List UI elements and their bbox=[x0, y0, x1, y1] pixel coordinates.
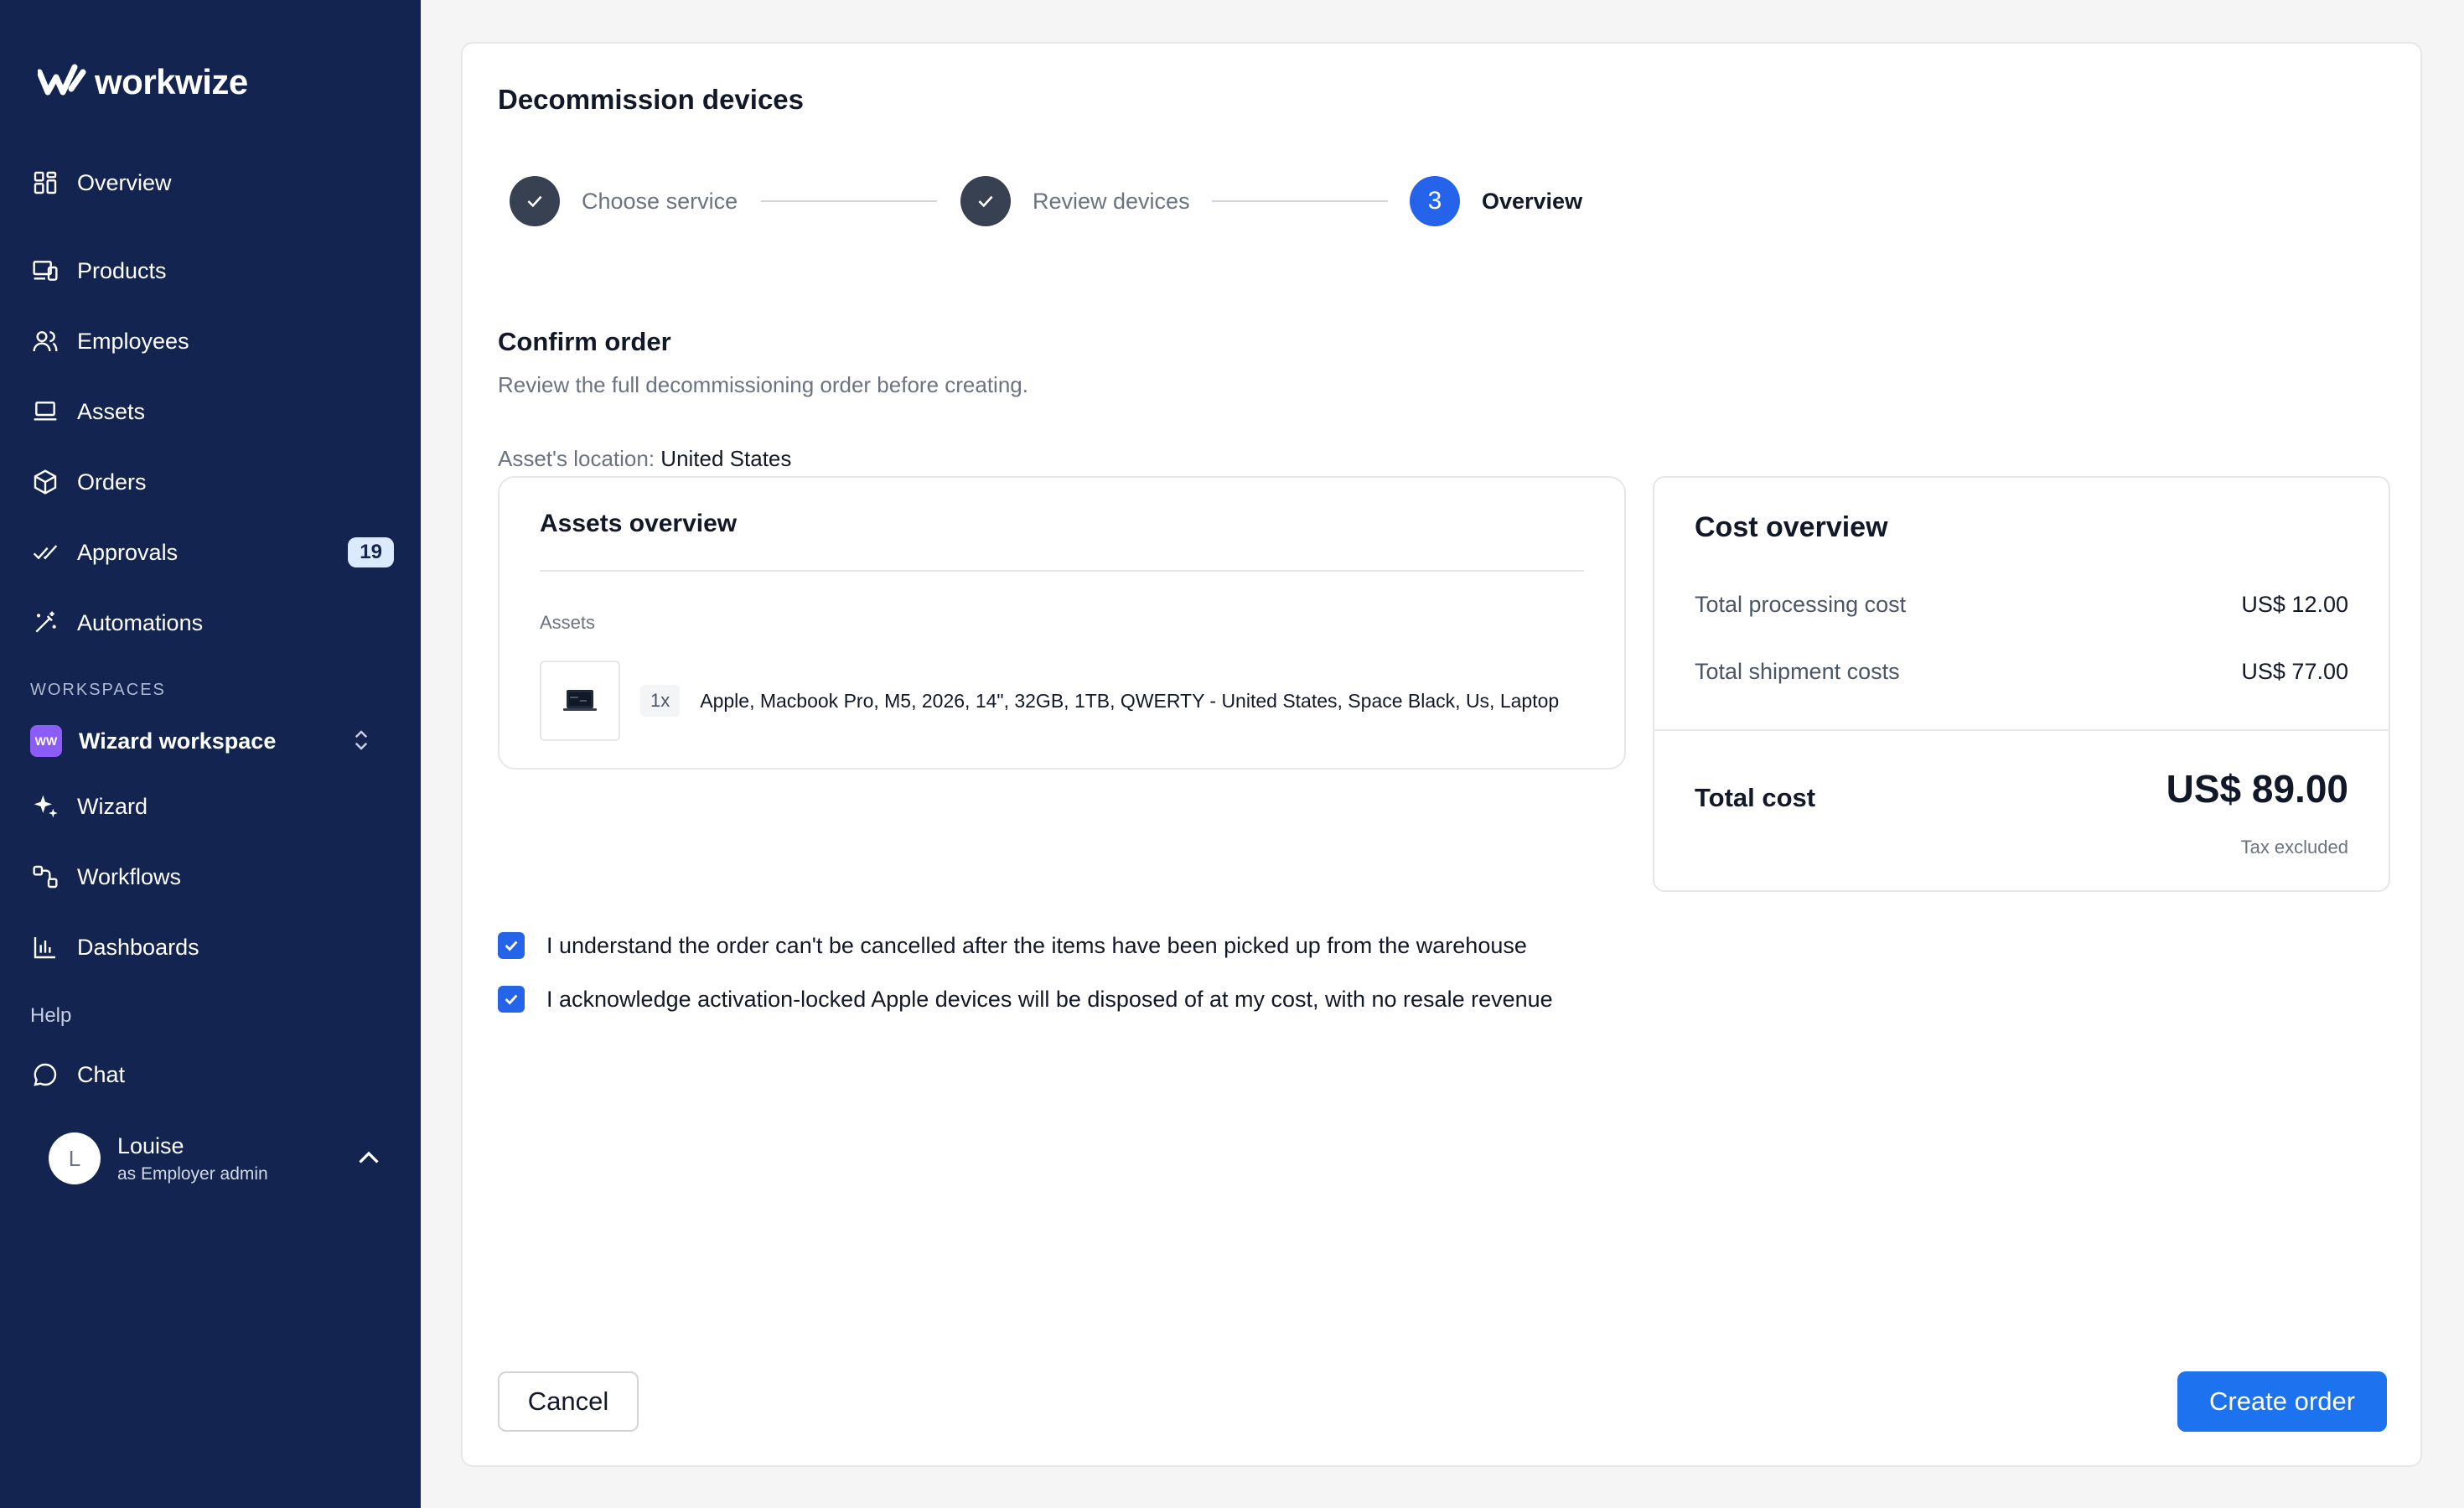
checkbox-label: I understand the order can't be cancelle… bbox=[546, 932, 1527, 958]
sidebar-item-products[interactable]: Products bbox=[30, 246, 399, 296]
sparkle-icon bbox=[30, 791, 60, 821]
cost-row-processing: Total processing cost US$ 12.00 bbox=[1695, 592, 2348, 618]
sidebar-item-wizard[interactable]: Wizard bbox=[30, 781, 399, 832]
laptop-icon bbox=[30, 396, 60, 427]
double-check-icon bbox=[30, 537, 60, 567]
sidebar: workwize Overview Products Employees Ass… bbox=[0, 0, 421, 1508]
devices-icon bbox=[30, 256, 60, 286]
acknowledge-cancellation-checkbox-row[interactable]: I understand the order can't be cancelle… bbox=[498, 932, 1527, 959]
help-section-title: Help bbox=[30, 1004, 72, 1027]
assets-section-label: Assets bbox=[540, 612, 596, 633]
confirm-order-subtitle: Review the full decommissioning order be… bbox=[498, 372, 1028, 397]
step-label: Choose service bbox=[582, 188, 738, 214]
workspace-switcher[interactable]: WW Wizard workspace bbox=[30, 716, 399, 766]
asset-location-value: United States bbox=[660, 446, 792, 471]
checkbox-label: I acknowledge activation-locked Apple de… bbox=[546, 986, 1553, 1012]
sidebar-item-label: Overview bbox=[77, 169, 172, 195]
workflow-icon bbox=[30, 862, 60, 892]
assets-overview-title: Assets overview bbox=[540, 510, 738, 537]
create-order-button[interactable]: Create order bbox=[2177, 1371, 2387, 1432]
step-label: Review devices bbox=[1033, 188, 1190, 214]
total-cost-label: Total cost bbox=[1695, 783, 1816, 812]
sidebar-item-label: Approvals bbox=[77, 539, 179, 565]
sidebar-item-label: Products bbox=[77, 257, 167, 283]
list-item: 1x Apple, Macbook Pro, M5, 2026, 14", 32… bbox=[540, 661, 1584, 741]
box-icon bbox=[30, 467, 60, 497]
sidebar-item-label: Orders bbox=[77, 469, 147, 495]
users-icon bbox=[30, 326, 60, 356]
total-cost-value: US$ 89.00 bbox=[2166, 767, 2348, 811]
sidebar-item-automations[interactable]: Automations bbox=[30, 598, 399, 648]
acknowledge-activation-lock-checkbox-row[interactable]: I acknowledge activation-locked Apple de… bbox=[498, 986, 1553, 1013]
sidebar-item-dashboards[interactable]: Dashboards bbox=[30, 922, 399, 972]
brand-logo[interactable]: workwize bbox=[38, 60, 248, 104]
avatar: L bbox=[49, 1132, 101, 1184]
grid-icon bbox=[30, 168, 60, 198]
sidebar-item-label: Wizard bbox=[77, 793, 148, 819]
sidebar-item-label: Workflows bbox=[77, 863, 182, 889]
user-role: as Employer admin bbox=[117, 1163, 268, 1184]
workspaces-section-title: WORKSPACES bbox=[30, 681, 166, 699]
chat-bubble-icon bbox=[30, 1060, 60, 1090]
cancel-button[interactable]: Cancel bbox=[498, 1371, 639, 1432]
step-connector bbox=[761, 200, 937, 202]
cost-overview-panel: Cost overview Total processing cost US$ … bbox=[1653, 476, 2390, 892]
tax-note: Tax excluded bbox=[2240, 837, 2348, 858]
step-connector bbox=[1212, 200, 1388, 202]
sidebar-item-overview[interactable]: Overview bbox=[30, 158, 399, 208]
step-overview[interactable]: 3 Overview bbox=[1410, 174, 1582, 228]
page-title: Decommission devices bbox=[498, 84, 804, 115]
workspace-avatar: WW bbox=[30, 725, 62, 757]
cost-row-shipment: Total shipment costs US$ 77.00 bbox=[1695, 659, 2348, 685]
sidebar-item-chat[interactable]: Chat bbox=[30, 1049, 399, 1100]
sidebar-item-workflows[interactable]: Workflows bbox=[30, 852, 399, 902]
asset-quantity: 1x bbox=[640, 685, 681, 717]
acknowledge-cancellation-checkbox[interactable] bbox=[498, 932, 525, 959]
step-label: Overview bbox=[1482, 188, 1583, 214]
laptop-thumbnail-icon bbox=[540, 661, 620, 741]
user-info: Louise as Employer admin bbox=[117, 1133, 268, 1184]
bar-chart-icon bbox=[30, 932, 60, 962]
sidebar-item-label: Employees bbox=[77, 328, 189, 354]
chevron-up-icon[interactable] bbox=[354, 1143, 384, 1174]
brand-name: workwize bbox=[95, 62, 248, 101]
cost-overview-title: Cost overview bbox=[1695, 511, 1888, 543]
acknowledge-activation-lock-checkbox[interactable] bbox=[498, 986, 525, 1013]
sidebar-item-approvals[interactable]: Approvals 19 bbox=[30, 527, 399, 578]
sidebar-item-label: Chat bbox=[77, 1061, 126, 1087]
cost-value: US$ 77.00 bbox=[2241, 659, 2348, 684]
workwize-logo-icon bbox=[38, 64, 86, 96]
divider bbox=[1654, 729, 2389, 731]
cost-label: Total shipment costs bbox=[1695, 659, 1900, 684]
user-name: Louise bbox=[117, 1132, 184, 1158]
step-review-devices[interactable]: Review devices bbox=[960, 174, 1190, 228]
assets-overview-panel: Assets overview Assets 1x Apple, Macbook… bbox=[498, 476, 1626, 770]
sidebar-item-label: Assets bbox=[77, 398, 146, 424]
confirm-order-title: Confirm order bbox=[498, 327, 671, 356]
workspace-name: Wizard workspace bbox=[79, 728, 277, 754]
sidebar-item-orders[interactable]: Orders bbox=[30, 457, 399, 507]
user-menu[interactable]: L Louise as Employer admin bbox=[49, 1125, 384, 1192]
chevron-up-down-icon bbox=[355, 730, 368, 750]
sidebar-item-label: Dashboards bbox=[77, 934, 199, 960]
step-completed-check-icon bbox=[510, 176, 560, 226]
sidebar-item-employees[interactable]: Employees bbox=[30, 316, 399, 366]
divider bbox=[540, 570, 1584, 572]
asset-location: Asset's location: United States bbox=[498, 446, 791, 472]
cost-value: US$ 12.00 bbox=[2241, 592, 2348, 617]
step-completed-check-icon bbox=[960, 176, 1011, 226]
step-number: 3 bbox=[1410, 176, 1460, 226]
asset-location-label: Asset's location: bbox=[498, 446, 655, 471]
sidebar-item-assets[interactable]: Assets bbox=[30, 386, 399, 437]
decommission-card: Decommission devices Choose service Revi… bbox=[461, 42, 2422, 1467]
magic-wand-icon bbox=[30, 608, 60, 638]
step-choose-service[interactable]: Choose service bbox=[510, 174, 738, 228]
stepper: Choose service Review devices 3 Overview bbox=[510, 174, 1683, 228]
sidebar-item-label: Automations bbox=[77, 609, 204, 635]
cost-label: Total processing cost bbox=[1695, 592, 1907, 617]
approvals-count-badge: 19 bbox=[348, 537, 394, 567]
asset-name: Apple, Macbook Pro, M5, 2026, 14", 32GB,… bbox=[700, 689, 1560, 712]
